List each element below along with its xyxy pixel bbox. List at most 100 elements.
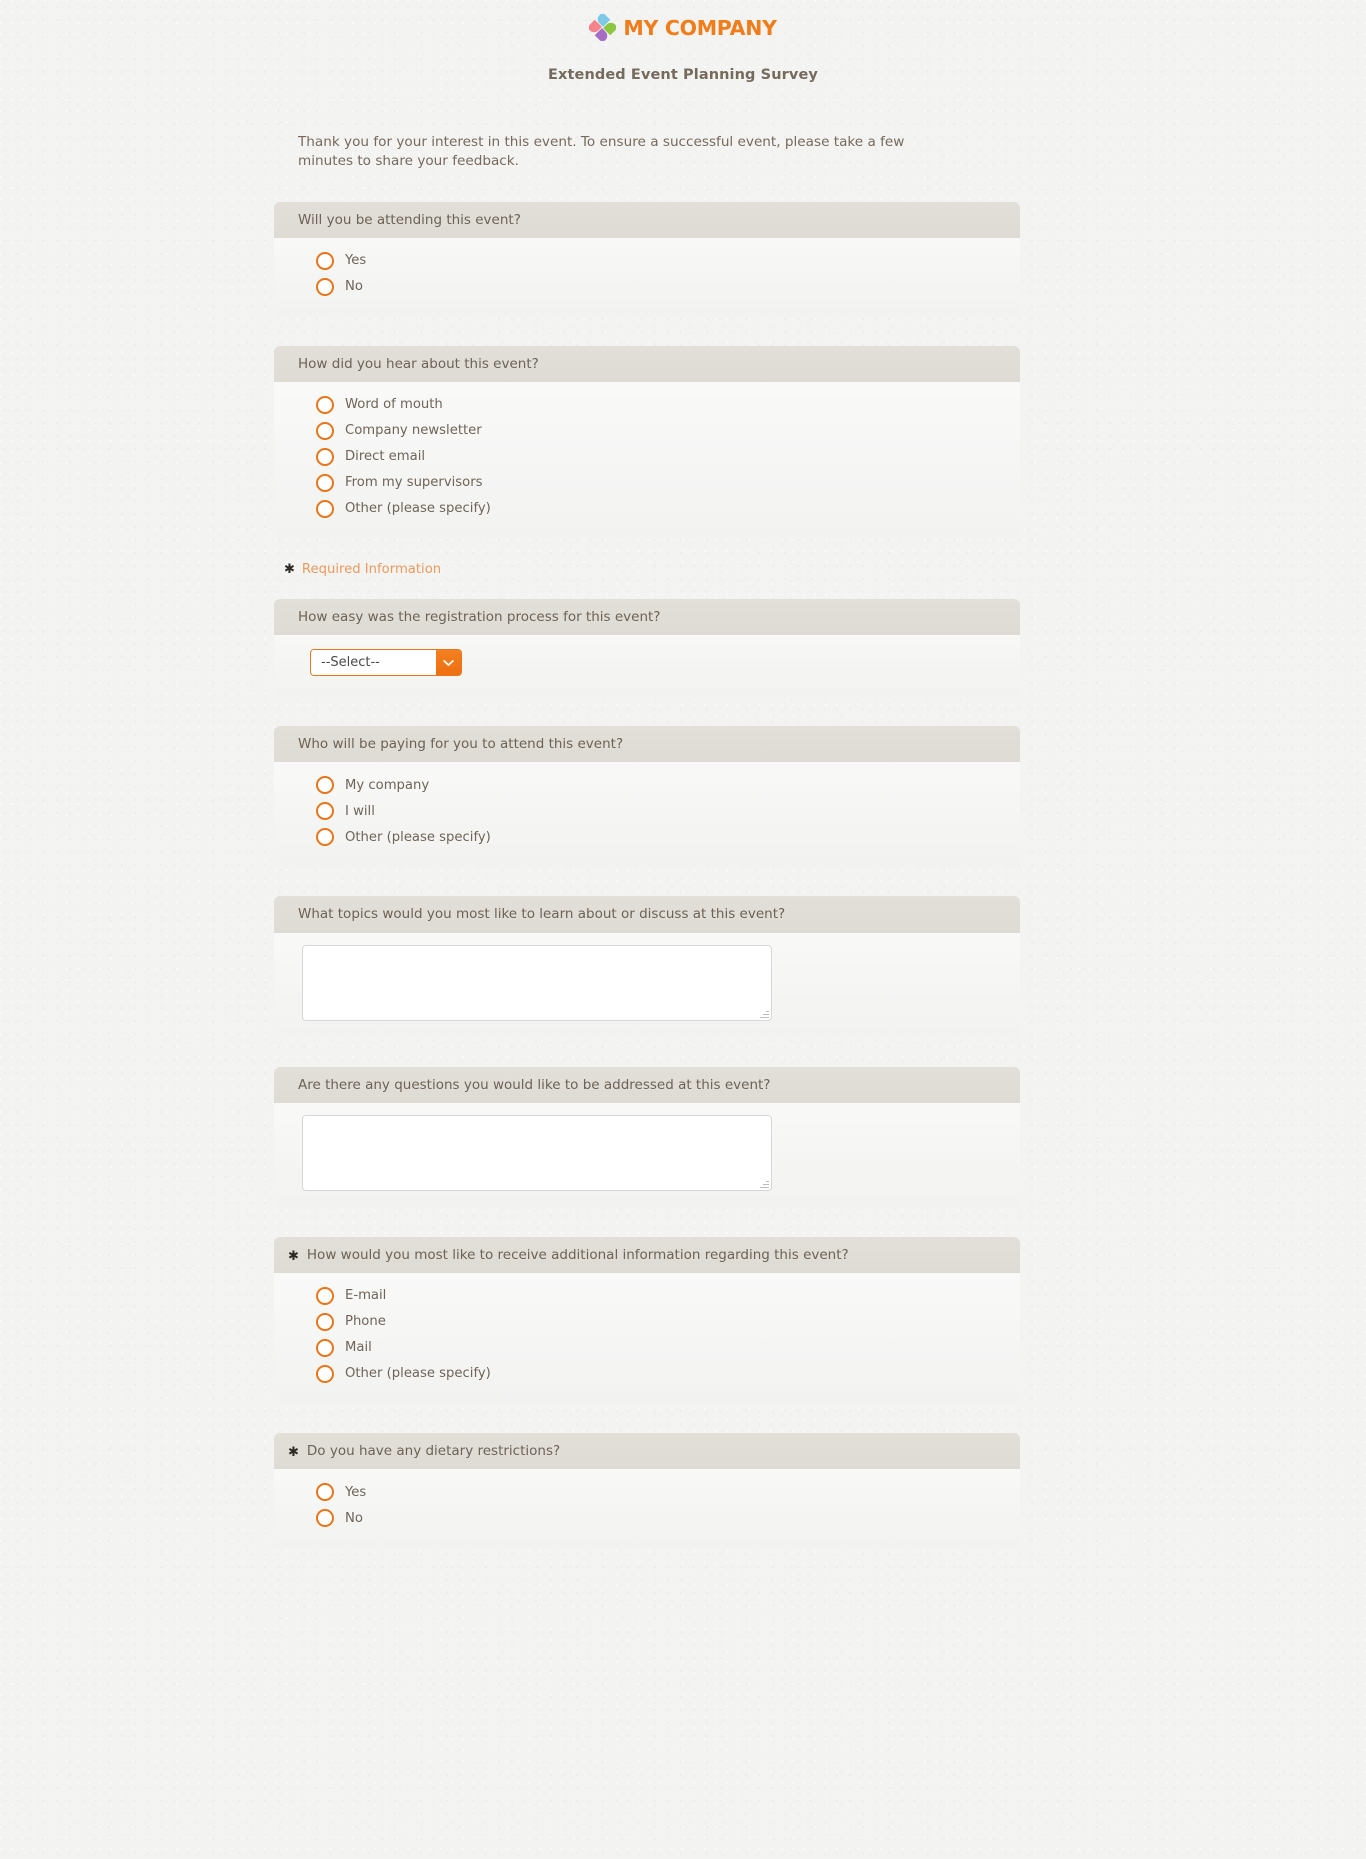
page-bottom-spacer — [274, 1547, 1020, 1637]
select-value: --Select-- — [311, 650, 436, 676]
question-block-hear-about: How did you hear about this event? Word … — [274, 345, 1020, 538]
question-label: Are there any questions you would like t… — [298, 1076, 771, 1093]
radio-option-other[interactable]: Other (please specify) — [316, 824, 1004, 850]
radio-icon[interactable] — [316, 776, 334, 795]
radio-option-from-my-supervisors[interactable]: From my supervisors — [316, 470, 1004, 496]
option-label: Other (please specify) — [345, 829, 491, 845]
option-label: Direct email — [345, 449, 426, 465]
radio-option-company-newsletter[interactable]: Company newsletter — [316, 418, 1004, 444]
radio-option-no[interactable]: No — [316, 1505, 1004, 1531]
radio-icon[interactable] — [316, 828, 334, 847]
question-body: My company I will Other (please specify) — [274, 762, 1020, 866]
question-block-topics: What topics would you most like to learn… — [274, 896, 1020, 1037]
radio-icon[interactable] — [316, 447, 334, 466]
question-block-who-pays: Who will be paying for you to attend thi… — [274, 726, 1020, 867]
brand-header: MY COMPANY — [0, 0, 1366, 42]
question-header: Who will be paying for you to attend thi… — [274, 726, 1020, 763]
question-block-contact-method: ✱ How would you most like to receive add… — [274, 1236, 1020, 1403]
radio-icon[interactable] — [316, 1312, 334, 1331]
option-label: I will — [345, 803, 375, 819]
question-header: Are there any questions you would like t… — [274, 1066, 1020, 1103]
required-information-note: ✱ Required Information — [274, 562, 1020, 577]
option-label: No — [345, 1510, 363, 1526]
question-body: Yes No — [274, 1469, 1020, 1547]
radio-icon[interactable] — [316, 499, 334, 518]
option-label: Other (please specify) — [345, 501, 491, 517]
resize-grip-icon[interactable] — [759, 1178, 769, 1188]
radio-option-email[interactable]: E-mail — [316, 1283, 1004, 1309]
question-body — [274, 933, 1020, 1037]
asterisk-icon: ✱ — [288, 1248, 299, 1264]
radio-option-no[interactable]: No — [316, 274, 1004, 300]
survey-content: Thank you for your interest in this even… — [274, 133, 1020, 1637]
asterisk-icon: ✱ — [284, 561, 295, 577]
question-body: Word of mouth Company newsletter Direct … — [274, 382, 1020, 538]
resize-grip-icon[interactable] — [759, 1008, 769, 1018]
registration-ease-select[interactable]: --Select-- — [310, 649, 462, 677]
question-header: ✱ Do you have any dietary restrictions? — [274, 1432, 1020, 1470]
radio-icon[interactable] — [316, 802, 334, 821]
question-header: How did you hear about this event? — [274, 345, 1020, 382]
question-header: ✱ How would you most like to receive add… — [274, 1236, 1020, 1273]
radio-icon[interactable] — [316, 251, 334, 270]
question-block-questions-addressed: Are there any questions you would like t… — [274, 1066, 1020, 1207]
question-header: Will you be attending this event? — [274, 201, 1020, 238]
radio-option-other[interactable]: Other (please specify) — [316, 1361, 1004, 1387]
radio-option-my-company[interactable]: My company — [316, 772, 1004, 798]
required-information-label: Required Information — [301, 561, 442, 577]
question-label: What topics would you most like to learn… — [298, 906, 786, 923]
radio-icon[interactable] — [316, 421, 334, 440]
radio-icon[interactable] — [316, 473, 334, 492]
radio-icon[interactable] — [316, 1338, 334, 1357]
option-label: Yes — [345, 1484, 367, 1500]
option-label: Word of mouth — [345, 397, 443, 413]
question-label: How did you hear about this event? — [298, 355, 539, 372]
question-label: Who will be paying for you to attend thi… — [298, 736, 624, 753]
option-label: From my supervisors — [345, 475, 483, 491]
radio-option-phone[interactable]: Phone — [316, 1309, 1004, 1335]
question-label: How easy was the registration process fo… — [298, 608, 661, 625]
company-logo: MY COMPANY — [588, 13, 777, 42]
radio-option-i-will[interactable]: I will — [316, 798, 1004, 824]
radio-icon[interactable] — [316, 1483, 334, 1502]
question-block-attending: Will you be attending this event? Yes No — [274, 201, 1020, 316]
question-body — [274, 1103, 1020, 1207]
option-label: Yes — [345, 253, 367, 269]
asterisk-icon: ✱ — [288, 1444, 299, 1460]
radio-option-word-of-mouth[interactable]: Word of mouth — [316, 392, 1004, 418]
radio-option-yes[interactable]: Yes — [316, 248, 1004, 274]
radio-icon[interactable] — [316, 277, 334, 296]
questions-addressed-textarea[interactable] — [302, 1114, 772, 1191]
radio-icon[interactable] — [316, 1286, 334, 1305]
option-label: No — [345, 279, 363, 295]
radio-option-yes[interactable]: Yes — [316, 1479, 1004, 1505]
option-label: Phone — [345, 1314, 386, 1330]
radio-icon[interactable] — [316, 1364, 334, 1383]
question-block-registration-ease: How easy was the registration process fo… — [274, 598, 1020, 697]
radio-option-mail[interactable]: Mail — [316, 1335, 1004, 1361]
survey-page: MY COMPANY Extended Event Planning Surve… — [0, 0, 1366, 1637]
intro-text: Thank you for your interest in this even… — [298, 134, 905, 170]
question-label: How would you most like to receive addit… — [306, 1246, 849, 1263]
question-block-dietary: ✱ Do you have any dietary restrictions? … — [274, 1432, 1020, 1548]
question-label: Do you have any dietary restrictions? — [306, 1442, 561, 1459]
radio-icon[interactable] — [316, 1509, 334, 1528]
radio-option-direct-email[interactable]: Direct email — [316, 444, 1004, 470]
pinwheel-diamond-logo-icon — [588, 13, 617, 42]
option-label: Other (please specify) — [345, 1366, 491, 1382]
question-header: How easy was the registration process fo… — [274, 598, 1020, 636]
company-name: MY COMPANY — [623, 15, 777, 40]
topics-textarea[interactable] — [302, 944, 772, 1021]
radio-option-other[interactable]: Other (please specify) — [316, 496, 1004, 522]
question-body: --Select-- — [274, 635, 1020, 696]
option-label: Mail — [345, 1340, 372, 1356]
question-label: Will you be attending this event? — [298, 211, 521, 228]
page-title: Extended Event Planning Survey — [548, 67, 818, 83]
question-header: What topics would you most like to learn… — [274, 896, 1020, 933]
question-body: Yes No — [274, 238, 1020, 316]
chevron-down-icon[interactable] — [436, 650, 461, 676]
option-label: Company newsletter — [345, 423, 482, 439]
option-label: My company — [345, 777, 430, 793]
radio-icon[interactable] — [316, 395, 334, 414]
option-label: E-mail — [345, 1288, 387, 1304]
